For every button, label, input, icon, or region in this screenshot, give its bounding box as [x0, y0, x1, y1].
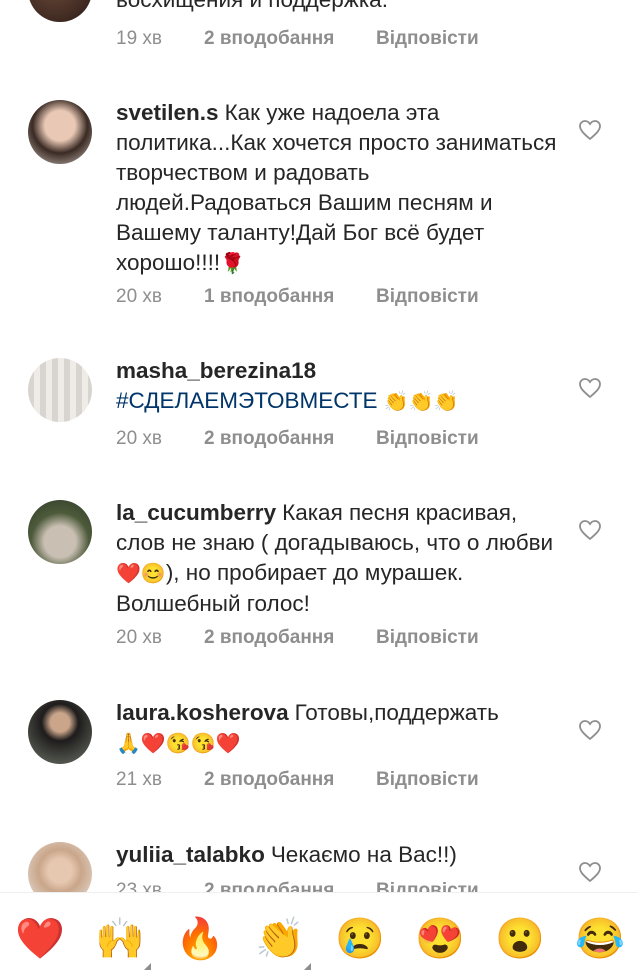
avatar[interactable]: [28, 700, 92, 764]
comment-text-block: la_cucumberry Какая песня красивая, слов …: [116, 498, 561, 619]
likes-count[interactable]: 2 вподобання: [204, 627, 376, 649]
comment-text: Чекаємо на Вас!!): [270, 842, 457, 867]
comment-meta: 21 хв 2 вподобання Відповісти: [116, 769, 479, 791]
hashtag-link[interactable]: #СДЕЛАЕМЭТОВМЕСТЕ: [116, 388, 377, 413]
heart-outline-icon[interactable]: [578, 377, 602, 399]
more-variants-indicator: [304, 963, 311, 970]
comment-meta: 20 хв 1 вподобання Відповісти: [116, 286, 479, 308]
comment-meta: 20 хв 2 вподобання Відповісти: [116, 428, 479, 450]
comment-time: 20 хв: [116, 286, 163, 307]
comment-text: Как уже надоела эта политика...Как хочет…: [116, 100, 557, 275]
quick-reaction-bar: ❤️ 🙌 🔥 👏 😢 😍 😮 😂: [0, 892, 638, 978]
comment-time: 20 хв: [116, 428, 163, 449]
rose-emoji: 🌹: [220, 253, 246, 275]
heart-outline-icon[interactable]: [578, 861, 602, 883]
comment-text-block: yuliia_talabko Чекаємо на Вас!!): [116, 840, 561, 870]
crying-face-reaction-button[interactable]: 😢: [334, 913, 386, 965]
heart-smile-emoji: ❤️😊: [116, 563, 166, 585]
laughing-face-reaction-button[interactable]: 😂: [574, 913, 626, 965]
likes-count[interactable]: 2 вподобання: [204, 428, 376, 450]
reply-button[interactable]: Відповісти: [376, 627, 479, 649]
reply-button[interactable]: Відповісти: [376, 428, 479, 450]
comment-text-end: ), но пробирает до мурашек. Волшебный го…: [116, 560, 464, 616]
avatar[interactable]: [28, 358, 92, 422]
comment-meta: 19 хв 2 вподобання Відповісти: [116, 28, 479, 50]
username[interactable]: svetilen.s: [116, 100, 219, 125]
fire-reaction-button[interactable]: 🔥: [174, 913, 226, 965]
heart-outline-icon[interactable]: [578, 519, 602, 541]
heart-outline-icon[interactable]: [578, 719, 602, 741]
heart-eyes-reaction-button[interactable]: 😍: [414, 913, 466, 965]
reaction-emojis: 🙏❤️😘😘❤️: [116, 733, 241, 755]
reply-button[interactable]: Відповісти: [376, 28, 479, 50]
likes-count[interactable]: 1 вподобання: [204, 286, 376, 308]
heart-outline-icon[interactable]: [578, 119, 602, 141]
comment-time: 20 хв: [116, 627, 163, 648]
comment-text-block: svetilen.s Как уже надоела эта политика..…: [116, 98, 561, 279]
comment-text: восхищения и поддержка.: [116, 0, 561, 15]
surprised-face-reaction-button[interactable]: 😮: [494, 913, 546, 965]
reply-button[interactable]: Відповісти: [376, 769, 479, 791]
username[interactable]: laura.kosherova: [116, 700, 289, 725]
avatar[interactable]: [28, 0, 92, 22]
comment-time: 19 хв: [116, 28, 163, 49]
comment-text-block: laura.kosherova Готовы,поддержать 🙏❤️😘😘❤️: [116, 698, 561, 759]
heart-reaction-button[interactable]: ❤️: [14, 913, 66, 965]
likes-count[interactable]: 2 вподобання: [204, 28, 376, 50]
raising-hands-reaction-button[interactable]: 🙌: [94, 913, 146, 965]
comment-text: Готовы,поддержать: [294, 700, 499, 725]
username[interactable]: yuliia_talabko: [116, 842, 265, 867]
comment-meta: 20 хв 2 вподобання Відповісти: [116, 627, 479, 649]
likes-count[interactable]: 2 вподобання: [204, 769, 376, 791]
avatar[interactable]: [28, 100, 92, 164]
clap-reaction-button[interactable]: 👏: [254, 913, 306, 965]
comment-text-block: masha_berezina18 #СДЕЛАЕМЭТОВМЕСТЕ 👏👏👏: [116, 356, 561, 417]
avatar[interactable]: [28, 500, 92, 564]
comment-time: 21 хв: [116, 769, 163, 790]
username[interactable]: la_cucumberry: [116, 500, 276, 525]
more-variants-indicator: [144, 963, 151, 970]
clap-emoji: 👏👏👏: [383, 391, 459, 413]
reply-button[interactable]: Відповісти: [376, 286, 479, 308]
username[interactable]: masha_berezina18: [116, 356, 555, 386]
